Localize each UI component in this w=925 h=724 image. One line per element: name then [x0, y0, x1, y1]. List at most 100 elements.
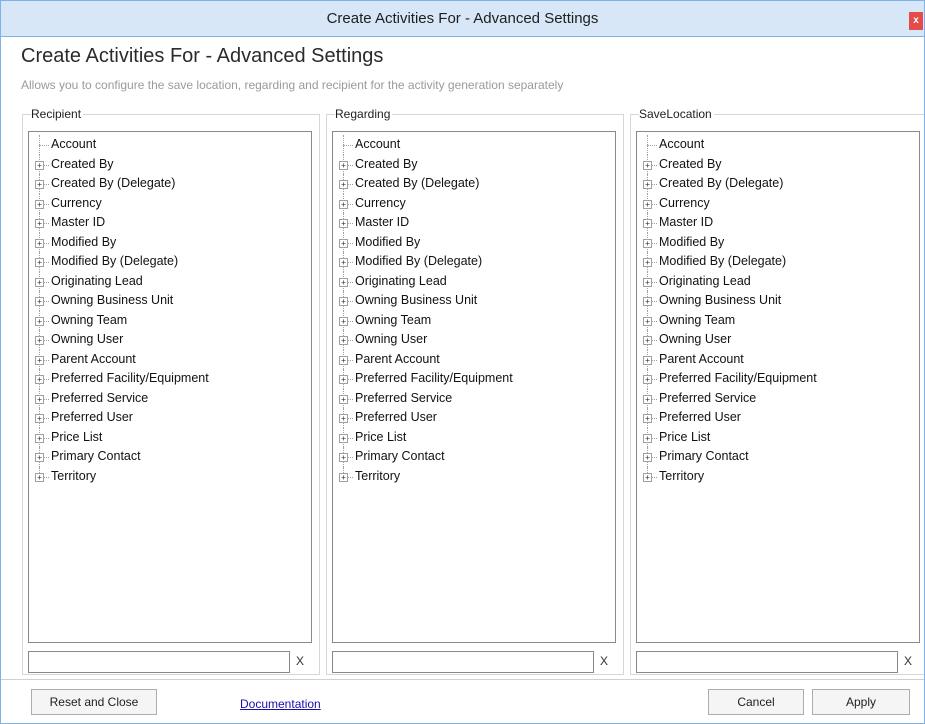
tree-node[interactable]: + Modified By (Delegate)	[637, 252, 919, 272]
expand-plus-icon[interactable]: +	[35, 297, 44, 306]
tree-node[interactable]: + Primary Contact	[333, 447, 615, 467]
tree-node[interactable]: + Owning Team	[637, 310, 919, 330]
expand-plus-icon[interactable]: +	[35, 355, 44, 365]
expand-plus-icon[interactable]: +	[35, 316, 44, 326]
tree-node[interactable]: + Master ID	[29, 213, 311, 233]
regarding-filter-input[interactable]	[332, 651, 594, 673]
tree-node[interactable]: + Parent Account	[29, 349, 311, 369]
recipient-clear-button[interactable]: X	[296, 654, 304, 668]
expand-plus-icon[interactable]: +	[643, 472, 652, 482]
tree-node[interactable]: + Preferred Service	[637, 388, 919, 408]
tree-node[interactable]: + Currency	[333, 193, 615, 213]
tree-node[interactable]: + Currency	[637, 193, 919, 213]
expand-plus-icon[interactable]: +	[339, 355, 348, 365]
tree-node[interactable]: + Parent Account	[333, 349, 615, 369]
expand-plus-icon[interactable]: +	[643, 433, 652, 443]
tree-node[interactable]: + Master ID	[333, 213, 615, 233]
tree-node[interactable]: + Preferred User	[333, 408, 615, 428]
expand-plus-icon[interactable]: +	[339, 238, 348, 248]
tree-node[interactable]: + Preferred Service	[333, 388, 615, 408]
tree-node[interactable]: + Created By	[29, 154, 311, 174]
tree-node[interactable]: + Created By (Delegate)	[29, 174, 311, 194]
expand-plus-icon[interactable]: +	[35, 336, 44, 345]
expand-plus-icon[interactable]: +	[35, 160, 44, 170]
apply-button[interactable]: Apply	[812, 689, 910, 715]
tree-node[interactable]: + Territory	[333, 466, 615, 487]
expand-plus-icon[interactable]: +	[339, 219, 348, 228]
tree-node[interactable]: + Price List	[333, 427, 615, 447]
expand-plus-icon[interactable]: +	[339, 453, 348, 462]
expand-plus-icon[interactable]: +	[35, 180, 44, 189]
documentation-link[interactable]: Documentation	[240, 697, 321, 711]
expand-plus-icon[interactable]: +	[339, 316, 348, 326]
expand-plus-icon[interactable]: +	[35, 453, 44, 462]
expand-plus-icon[interactable]: +	[35, 433, 44, 443]
tree-node[interactable]: Account	[29, 135, 311, 155]
expand-plus-icon[interactable]: +	[339, 199, 348, 209]
expand-plus-icon[interactable]: +	[643, 336, 652, 345]
tree-node[interactable]: + Modified By	[637, 232, 919, 252]
expand-plus-icon[interactable]: +	[643, 414, 652, 423]
expand-plus-icon[interactable]: +	[35, 375, 44, 384]
tree-node[interactable]: + Price List	[29, 427, 311, 447]
tree-node[interactable]: + Preferred Service	[29, 388, 311, 408]
tree-node[interactable]: + Preferred User	[29, 408, 311, 428]
expand-plus-icon[interactable]: +	[339, 297, 348, 306]
tree-node[interactable]: + Master ID	[637, 213, 919, 233]
savelocation-tree[interactable]: Account + Created By + Created By (Delegate)…	[636, 131, 920, 643]
tree-node[interactable]: + Created By	[333, 154, 615, 174]
tree-node[interactable]: + Preferred Facility/Equipment	[333, 369, 615, 389]
recipient-filter-input[interactable]	[28, 651, 290, 673]
reset-and-close-button[interactable]: Reset and Close	[31, 689, 157, 715]
expand-plus-icon[interactable]: +	[339, 277, 348, 287]
tree-node[interactable]: + Created By (Delegate)	[333, 174, 615, 194]
expand-plus-icon[interactable]: +	[643, 160, 652, 170]
tree-node[interactable]: + Modified By (Delegate)	[29, 252, 311, 272]
expand-plus-icon[interactable]: +	[339, 433, 348, 443]
expand-plus-icon[interactable]: +	[35, 394, 44, 404]
tree-node[interactable]: + Originating Lead	[637, 271, 919, 291]
expand-plus-icon[interactable]: +	[339, 336, 348, 345]
tree-node[interactable]: + Primary Contact	[637, 447, 919, 467]
tree-node[interactable]: + Owning User	[29, 330, 311, 350]
tree-node[interactable]: + Preferred Facility/Equipment	[29, 369, 311, 389]
tree-node[interactable]: + Owning Business Unit	[637, 291, 919, 311]
tree-node[interactable]: + Owning Business Unit	[333, 291, 615, 311]
expand-plus-icon[interactable]: +	[643, 277, 652, 287]
expand-plus-icon[interactable]: +	[643, 258, 652, 267]
expand-plus-icon[interactable]: +	[643, 375, 652, 384]
expand-plus-icon[interactable]: +	[339, 180, 348, 189]
expand-plus-icon[interactable]: +	[339, 160, 348, 170]
tree-node[interactable]: + Preferred User	[637, 408, 919, 428]
tree-node[interactable]: + Originating Lead	[333, 271, 615, 291]
tree-node[interactable]: + Owning Business Unit	[29, 291, 311, 311]
expand-plus-icon[interactable]: +	[35, 219, 44, 228]
tree-node[interactable]: + Owning Team	[29, 310, 311, 330]
regarding-tree[interactable]: Account + Created By + Created By (Delegate)…	[332, 131, 616, 643]
tree-node[interactable]: + Primary Contact	[29, 447, 311, 467]
tree-node[interactable]: Account	[333, 135, 615, 155]
expand-plus-icon[interactable]: +	[339, 394, 348, 404]
tree-node[interactable]: + Owning User	[333, 330, 615, 350]
expand-plus-icon[interactable]: +	[35, 199, 44, 209]
tree-node[interactable]: + Created By (Delegate)	[637, 174, 919, 194]
tree-node[interactable]: + Owning Team	[333, 310, 615, 330]
expand-plus-icon[interactable]: +	[643, 297, 652, 306]
expand-plus-icon[interactable]: +	[643, 199, 652, 209]
tree-node[interactable]: + Preferred Facility/Equipment	[637, 369, 919, 389]
tree-node[interactable]: + Modified By	[333, 232, 615, 252]
tree-node[interactable]: + Modified By	[29, 232, 311, 252]
tree-node[interactable]: + Originating Lead	[29, 271, 311, 291]
expand-plus-icon[interactable]: +	[35, 258, 44, 267]
expand-plus-icon[interactable]: +	[339, 414, 348, 423]
expand-plus-icon[interactable]: +	[339, 375, 348, 384]
expand-plus-icon[interactable]: +	[643, 453, 652, 462]
tree-node[interactable]: + Modified By (Delegate)	[333, 252, 615, 272]
tree-node[interactable]: + Currency	[29, 193, 311, 213]
savelocation-filter-input[interactable]	[636, 651, 898, 673]
cancel-button[interactable]: Cancel	[708, 689, 804, 715]
savelocation-clear-button[interactable]: X	[904, 654, 912, 668]
tree-node[interactable]: + Price List	[637, 427, 919, 447]
expand-plus-icon[interactable]: +	[35, 238, 44, 248]
expand-plus-icon[interactable]: +	[643, 355, 652, 365]
